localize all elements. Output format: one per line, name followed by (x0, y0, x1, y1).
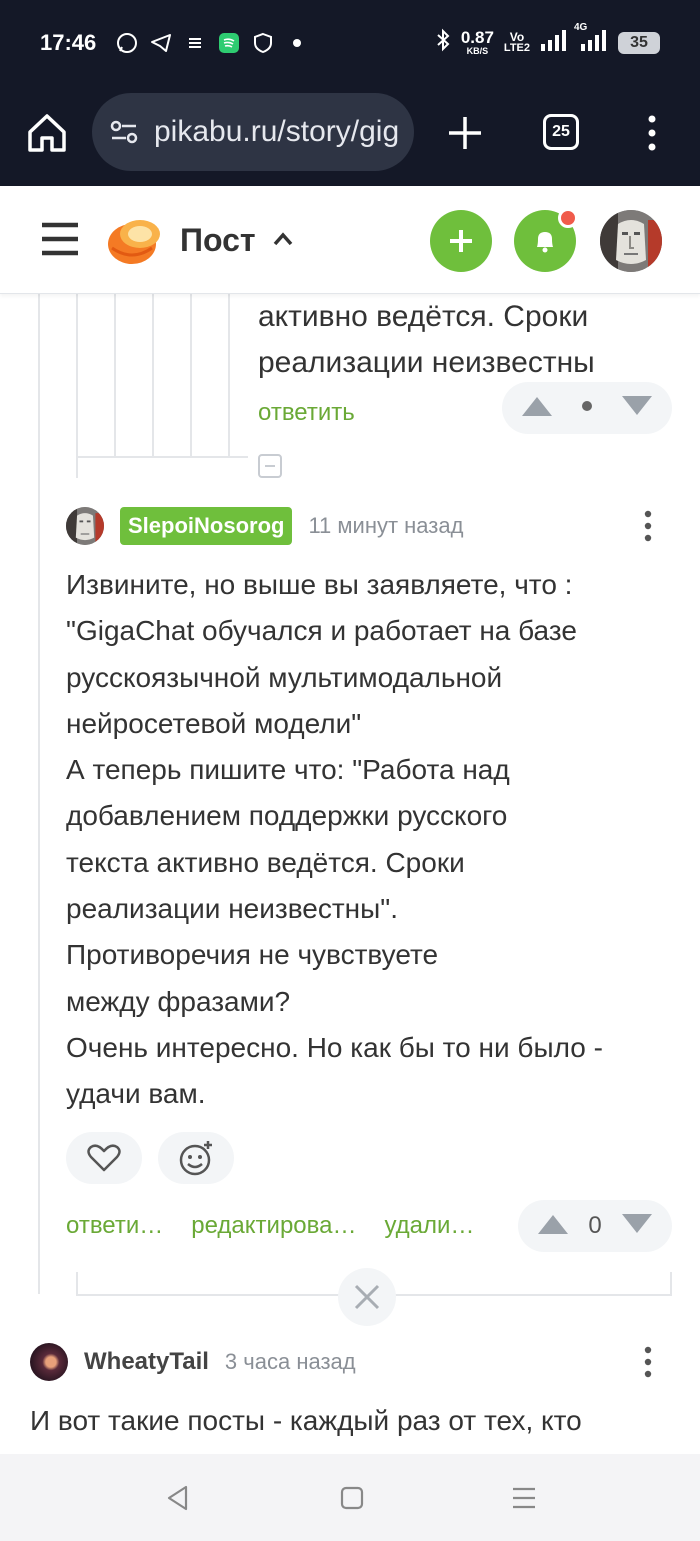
upvote-button[interactable] (520, 394, 554, 423)
comment-text-line: активно ведётся. Сроки (258, 300, 589, 333)
new-tab-button[interactable] (444, 112, 486, 154)
comment-author-avatar[interactable] (66, 507, 104, 545)
nest-line (114, 294, 116, 456)
url-text: pikabu.ru/story/gig (154, 115, 400, 148)
page-title[interactable]: Пост (180, 222, 256, 259)
net-speed: 0.87 KB/S (460, 28, 494, 56)
reply-link[interactable]: ответи… (66, 1212, 163, 1240)
downvote-button[interactable] (620, 394, 654, 423)
edit-link[interactable]: редактирова… (191, 1212, 356, 1240)
vote-box (502, 382, 672, 434)
comment-author-name[interactable]: WheatyTail (84, 1348, 209, 1376)
comment-text-line: реализации неизвестны (258, 346, 595, 379)
status-notification-icons (116, 32, 308, 54)
battery-indicator: 35 (618, 31, 660, 54)
comment-author-avatar[interactable] (30, 1343, 68, 1381)
system-navigation-bar (0, 1454, 700, 1541)
like-button[interactable] (66, 1132, 142, 1184)
heart-icon (87, 1144, 121, 1172)
browser-toolbar: pikabu.ru/story/gig 25 (0, 90, 700, 186)
rating-dot (581, 399, 593, 417)
vote-box: 0 (518, 1200, 672, 1252)
notification-badge (558, 208, 578, 228)
delete-link[interactable]: удали… (384, 1212, 474, 1240)
signal-icon (540, 28, 568, 57)
nest-line (152, 294, 154, 456)
nest-line (190, 294, 192, 456)
chevron-up-icon[interactable] (272, 230, 294, 248)
bell-icon (537, 232, 553, 253)
volte-indicator: Vo LTE2 (503, 29, 530, 54)
list-icon (184, 32, 206, 54)
comments-area[interactable]: активно ведётся. Сроки реализации неизве… (0, 294, 700, 1454)
pikabu-logo[interactable] (106, 214, 162, 266)
comment-timestamp[interactable]: 3 часа назад (225, 1349, 356, 1375)
plus-icon (450, 230, 472, 252)
home-nav-icon[interactable] (338, 1484, 366, 1512)
comment-rating: 0 (588, 1212, 602, 1239)
comment-body: Извините, но выше вы заявляете, что : "G… (66, 569, 603, 1110)
hamburger-menu-icon[interactable] (42, 222, 78, 256)
recents-nav-icon[interactable] (510, 1484, 538, 1512)
app-header: Пост (0, 186, 700, 294)
url-bar[interactable]: pikabu.ru/story/gig (92, 93, 414, 171)
tab-switcher-button[interactable]: 25 (543, 114, 579, 150)
comment-timestamp[interactable]: 11 минут назад (308, 513, 463, 539)
add-post-button[interactable] (430, 210, 492, 272)
signal-4g-icon: 4G (574, 22, 608, 57)
status-system-icons: 0.87 KB/S Vo LTE2 4G 35 (435, 22, 660, 57)
comment-actions: ответи… редактирова… удали… (66, 1212, 474, 1240)
downvote-button[interactable] (620, 1212, 654, 1241)
telegram-icon (150, 32, 172, 54)
nest-line (76, 294, 78, 478)
comment-header: SlepoiNosorog 11 минут назад (66, 506, 463, 546)
status-bar: 17:46 0.87 KB/S Vo LTE2 4G 35 (0, 0, 700, 90)
thread-line (38, 294, 40, 1294)
nest-line (228, 294, 230, 456)
collapse-thread-icon[interactable] (258, 454, 282, 478)
nest-line (76, 456, 248, 458)
browser-menu-icon[interactable] (640, 112, 664, 154)
add-reaction-button[interactable] (158, 1132, 234, 1184)
comment-more-icon[interactable] (644, 510, 652, 542)
close-thread-button[interactable] (338, 1268, 396, 1326)
shield-icon (252, 32, 274, 54)
comment-author-name[interactable]: SlepoiNosorog (120, 507, 293, 545)
close-icon (354, 1284, 380, 1310)
notifications-button[interactable] (514, 208, 578, 272)
comment-body: И вот такие посты - каждый раз от тех, к… (30, 1405, 582, 1436)
smiley-add-icon (179, 1141, 212, 1176)
user-avatar[interactable] (600, 210, 662, 272)
comment-header: WheatyTail 3 часа назад (30, 1342, 356, 1382)
spotify-icon (218, 32, 240, 54)
whatsapp-icon (116, 32, 138, 54)
back-nav-icon[interactable] (164, 1484, 192, 1512)
upvote-button[interactable] (536, 1212, 570, 1241)
status-time: 17:46 (40, 30, 97, 55)
dot-icon (286, 32, 308, 54)
site-settings-icon[interactable] (108, 116, 140, 148)
comment-more-icon[interactable] (644, 1346, 652, 1378)
bluetooth-icon (435, 28, 451, 57)
home-button[interactable] (24, 110, 70, 156)
